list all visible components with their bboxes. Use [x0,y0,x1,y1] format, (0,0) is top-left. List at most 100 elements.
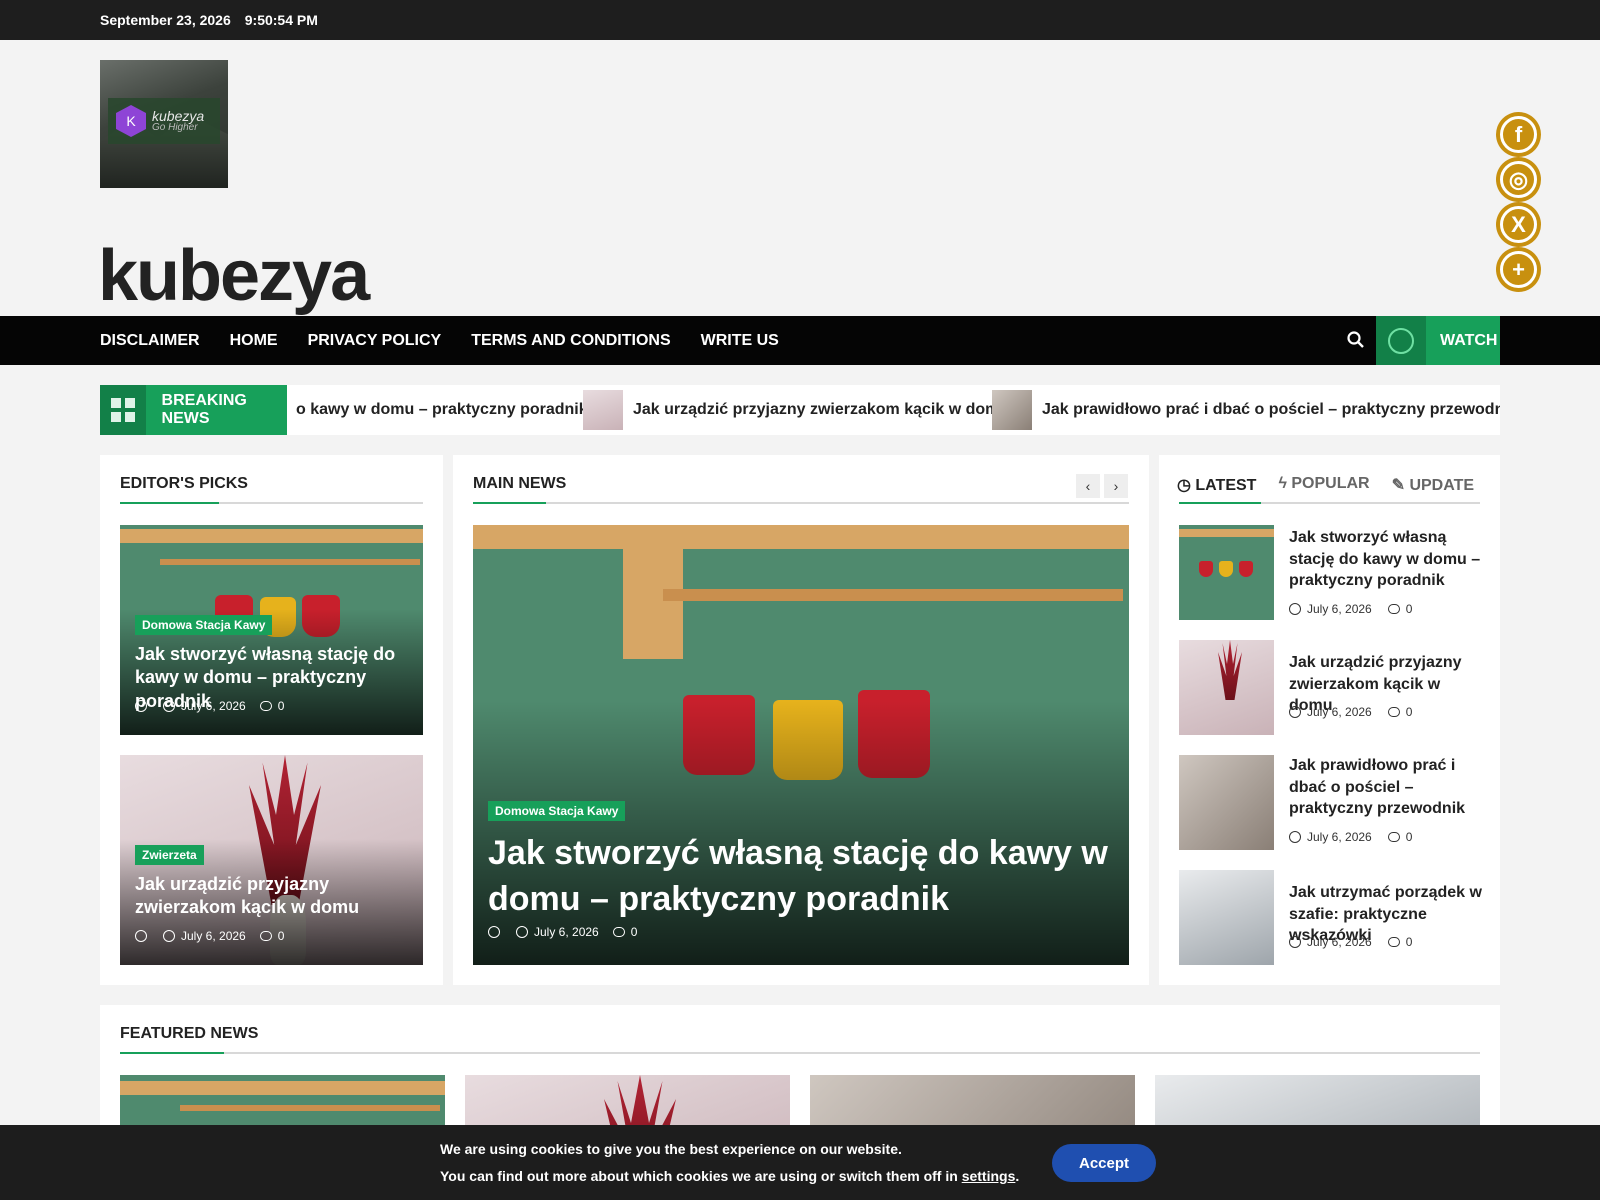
card-meta: July 6, 2026 0 [135,929,284,943]
post-title[interactable]: Jak stworzyć własną stację do kawy w dom… [1289,527,1485,592]
tab-update[interactable]: ✎ UPDATE [1392,475,1474,495]
accept-cookies-button[interactable]: Accept [1052,1144,1156,1182]
nav-item-disclaimer[interactable]: DISCLAIMER [100,332,200,350]
sidebar-post[interactable]: Jak prawidłowo prać i dbać o pościel – p… [1179,755,1480,850]
instagram-icon[interactable]: ◎ [1496,157,1541,202]
ticker-item[interactable]: o kawy w domu – praktyczny poradnik [296,385,588,435]
sidebar-tabs: ◷ LATEST ϟ POPULAR ✎ UPDATE [1177,475,1474,495]
comment-count: 0 [1405,935,1413,949]
post-thumbnail[interactable] [1179,755,1274,850]
nav-item-terms[interactable]: TERMS AND CONDITIONS [471,332,670,350]
sidebar-post[interactable]: Jak urządzić przyjazny zwierzakom kącik … [1179,640,1480,735]
ticker-item-title: Jak prawidłowo prać i dbać o pościel – p… [1042,401,1500,418]
section-title: EDITOR'S PICKS [120,475,248,492]
clock-icon [516,926,528,938]
post-thumbnail[interactable] [1179,640,1274,735]
current-date: September 23, 2026 [100,12,231,28]
watch-label: WATCH [1440,331,1498,349]
user-icon [488,926,500,938]
cookie-message: We are using cookies to give you the bes… [440,1141,902,1157]
post-date: July 6, 2026 [1307,830,1372,844]
comment-icon [259,701,272,711]
clock-icon [1289,831,1301,843]
site-header: K kubezya Go Higher kubezya [0,40,1600,316]
tab-popular[interactable]: ϟ POPULAR [1278,475,1369,495]
post-date: July 6, 2026 [181,929,246,943]
main-news-card[interactable]: Domowa Stacja Kawy Jak stworzyć własną s… [473,525,1129,965]
clock-icon [163,700,175,712]
post-date: July 6, 2026 [1307,602,1372,616]
cookie-settings-text: You can find out more about which cookie… [440,1168,1020,1184]
logo-badge: K kubezya Go Higher [108,98,220,144]
post-date: July 6, 2026 [1307,935,1372,949]
comment-count: 0 [277,929,285,943]
sidebar-post[interactable]: Jak utrzymać porządek w szafie: praktycz… [1179,870,1482,965]
comment-count: 0 [1405,602,1413,616]
cookie-settings-link[interactable]: settings [962,1168,1016,1184]
logo-hex-icon: K [116,105,146,137]
sidebar-post[interactable]: Jak stworzyć własną stację do kawy w dom… [1179,525,1480,620]
main-news-panel: MAIN NEWS ‹ › Domowa Stacja Kawy Jak stw… [453,455,1149,985]
comment-icon [612,927,625,937]
ticker-thumbnail [583,390,623,430]
social-links: f ◎ X + [1496,112,1541,292]
post-meta: July 6, 2026 0 [1289,705,1412,719]
breaking-news-ticker: BREAKING NEWS o kawy w domu – praktyczny… [100,385,1500,435]
comment-icon [1387,937,1400,947]
search-icon[interactable] [1346,330,1366,350]
card-meta: July 6, 2026 0 [488,925,637,939]
post-thumbnail[interactable] [1179,525,1274,620]
card-title[interactable]: Jak urządzić przyjazny zwierzakom kącik … [135,873,410,920]
comment-icon [1387,832,1400,842]
watch-circle-icon [1388,327,1414,354]
comment-count: 0 [277,699,285,713]
x-icon[interactable]: X [1496,202,1541,247]
current-time: 9:50:54 PM [244,12,318,28]
post-meta: July 6, 2026 0 [1289,602,1412,616]
next-arrow-icon[interactable]: › [1104,474,1128,498]
category-tag[interactable]: Domowa Stacja Kawy [488,801,626,821]
grid-icon [110,398,135,422]
nav-item-write-us[interactable]: WRITE US [701,332,779,350]
comment-count: 0 [1405,705,1413,719]
card-title[interactable]: Jak stworzyć własną stację do kawy w dom… [488,831,1108,923]
nav-item-home[interactable]: HOME [230,332,278,350]
prev-arrow-icon[interactable]: ‹ [1076,474,1100,498]
post-meta: July 6, 2026 0 [1289,830,1412,844]
tab-latest[interactable]: ◷ LATEST [1177,475,1256,495]
post-date: July 6, 2026 [181,699,246,713]
post-thumbnail[interactable] [1179,870,1274,965]
site-title[interactable]: kubezya [98,240,370,312]
post-date: July 6, 2026 [1307,705,1372,719]
clock-icon [1289,603,1301,615]
comment-icon [1387,604,1400,614]
logo-name: kubezya [152,108,205,124]
ticker-item[interactable]: Jak urządzić przyjazny zwierzakom kącik … [583,385,1009,435]
tabbed-sidebar: ◷ LATEST ϟ POPULAR ✎ UPDATE Jak stworzyć… [1159,455,1500,985]
editor-card[interactable]: Zwierzeta Jak urządzić przyjazny zwierza… [120,755,423,965]
comment-count: 0 [1405,830,1413,844]
post-title[interactable]: Jak prawidłowo prać i dbać o pościel – p… [1289,755,1485,820]
clock-icon [1289,936,1301,948]
comment-icon [259,931,272,941]
user-icon [135,930,147,942]
ticker-item-title: o kawy w domu – praktyczny poradnik [296,401,588,418]
category-tag[interactable]: Domowa Stacja Kawy [135,615,273,635]
facebook-icon[interactable]: f [1496,112,1541,157]
post-meta: July 6, 2026 0 [1289,935,1412,949]
plus-icon[interactable]: + [1496,247,1541,292]
top-bar: September 23, 2026 9:50:54 PM [0,0,1600,40]
nav-item-privacy-policy[interactable]: PRIVACY POLICY [308,332,442,350]
editor-card[interactable]: Domowa Stacja Kawy Jak stworzyć własną s… [120,525,423,735]
main-nav: DISCLAIMER HOME PRIVACY POLICY TERMS AND… [0,316,1600,365]
watch-button[interactable]: WATCH [1376,316,1500,365]
ticker-item[interactable]: Jak prawidłowo prać i dbać o pościel – p… [992,385,1500,435]
breaking-news-header: BREAKING NEWS [100,385,287,435]
breaking-news-label: BREAKING NEWS [161,392,247,427]
category-tag[interactable]: Zwierzeta [135,845,204,865]
site-logo[interactable]: K kubezya Go Higher [100,60,228,188]
card-meta: July 6, 2026 0 [135,699,284,713]
editors-picks-panel: EDITOR'S PICKS Domowa Stacja Kawy Jak st… [100,455,443,985]
ticker-item-title: Jak urządzić przyjazny zwierzakom kącik … [633,401,1010,418]
clock-icon [163,930,175,942]
